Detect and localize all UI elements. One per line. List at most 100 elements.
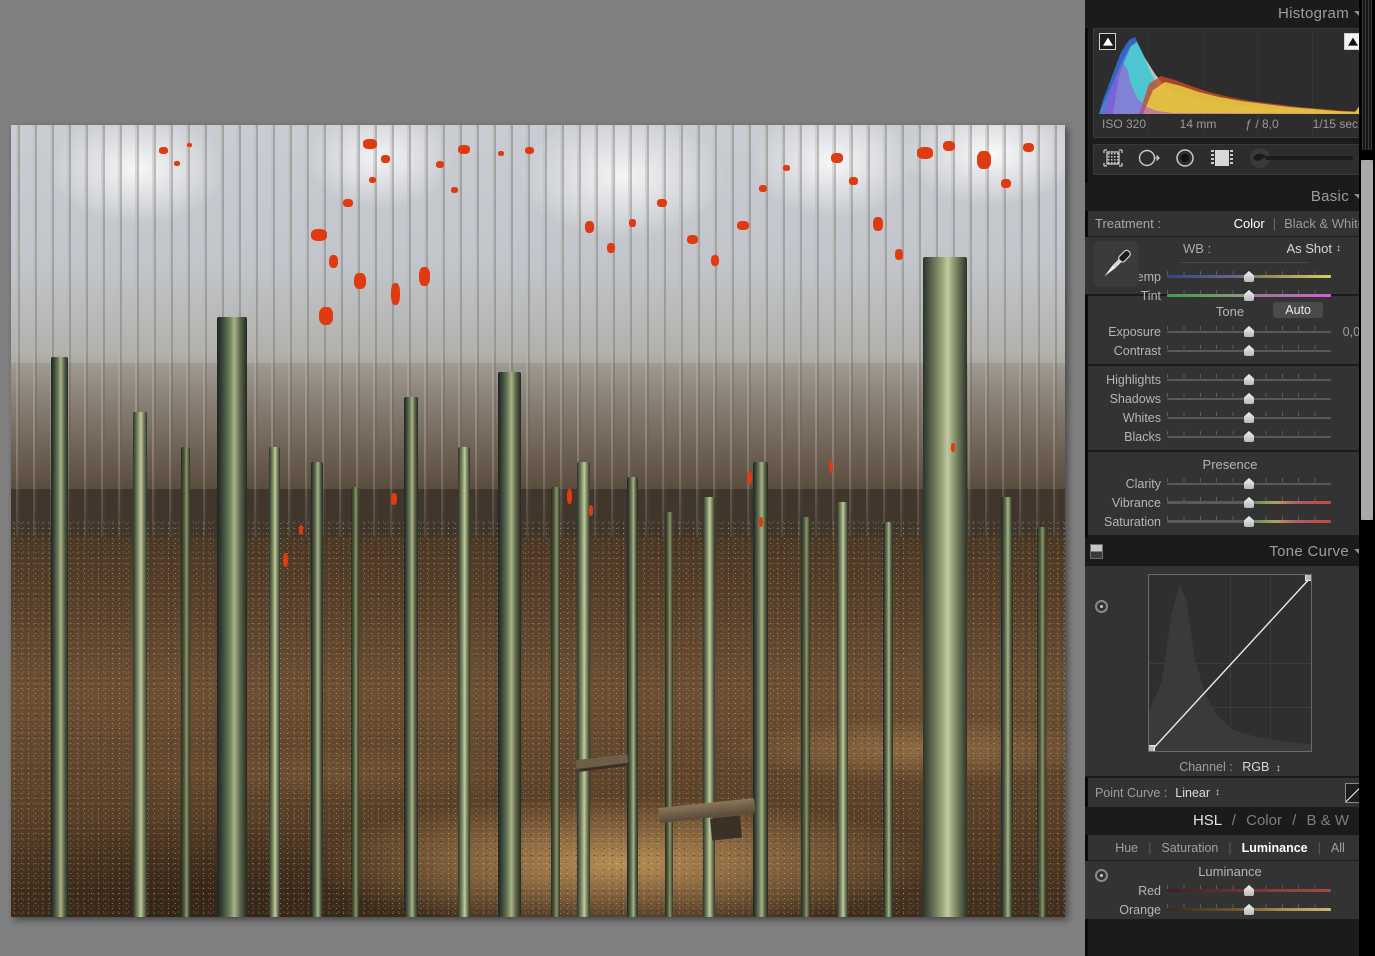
- point-curve-stepper-icon[interactable]: ↕: [1215, 787, 1220, 798]
- point-curve-label: Point Curve :: [1095, 786, 1167, 800]
- iso-value: ISO 320: [1102, 117, 1166, 133]
- tab-luminance[interactable]: Luminance: [1232, 841, 1318, 855]
- highlights-label: Highlights: [1093, 373, 1161, 387]
- basic-panel-header[interactable]: Basic: [1085, 183, 1375, 211]
- hsl-title-color[interactable]: Color: [1246, 812, 1282, 829]
- crop-overlay-icon[interactable]: [1102, 148, 1124, 171]
- wb-underline: [1181, 262, 1309, 263]
- tab-all[interactable]: All: [1321, 841, 1355, 855]
- targeted-adjustment-tool-icon[interactable]: [1095, 600, 1108, 613]
- red-eye-correction-icon[interactable]: [1174, 148, 1196, 171]
- channel-value[interactable]: RGB: [1242, 760, 1269, 774]
- tone-curve-line: [1149, 575, 1312, 752]
- treatment-row: Treatment : Color | Black & White: [1085, 211, 1375, 237]
- tone-curve-point-black[interactable]: [1148, 745, 1155, 752]
- channel-label: Channel :: [1179, 760, 1233, 774]
- panel-resize-grip[interactable]: [1362, 0, 1372, 150]
- hsl-title[interactable]: HSL: [1193, 812, 1222, 829]
- highlights-slider[interactable]: [1167, 373, 1331, 386]
- panel-scrollbar-track[interactable]: [1359, 0, 1375, 956]
- tone-curve-point-white[interactable]: [1305, 574, 1312, 581]
- saturation-label: Saturation: [1093, 515, 1161, 529]
- treatment-label: Treatment :: [1095, 216, 1161, 231]
- presence-title: Presence: [1085, 456, 1375, 474]
- slider-row-blacks: Blacks 0: [1085, 427, 1375, 446]
- contrast-slider[interactable]: [1167, 344, 1331, 357]
- clarity-slider[interactable]: [1167, 477, 1331, 490]
- photo-bench-near-leg: [710, 815, 742, 840]
- histogram-plot: [1099, 34, 1367, 114]
- shadows-label: Shadows: [1093, 392, 1161, 406]
- hsl-separator-1: /: [1232, 812, 1236, 829]
- histogram-panel-header[interactable]: Histogram: [1085, 0, 1375, 28]
- slider-row-highlights: Highlights 0: [1085, 370, 1375, 389]
- red-slider[interactable]: [1167, 884, 1331, 897]
- hsl-panel-header[interactable]: HSL / Color / B & W: [1085, 807, 1375, 835]
- tone-curve-body: Channel : RGB ↕: [1085, 566, 1375, 777]
- focal-length-value: 14 mm: [1166, 117, 1230, 133]
- whites-label: Whites: [1093, 411, 1161, 425]
- hsl-tab-bar: Hue | Saturation | Luminance | All: [1085, 835, 1375, 861]
- treatment-separator: |: [1273, 216, 1276, 231]
- wb-stepper-icon[interactable]: ↕: [1336, 243, 1341, 254]
- panel-scrollbar-thumb[interactable]: [1361, 160, 1373, 520]
- slider-row-saturation: Saturation 0: [1085, 512, 1375, 531]
- tone-section: Tone Auto Exposure 0,00 Contrast 0: [1085, 295, 1375, 365]
- graduated-filter-icon[interactable]: [1209, 148, 1235, 171]
- treatment-option-color[interactable]: Color: [1234, 216, 1265, 231]
- tab-saturation[interactable]: Saturation: [1151, 841, 1228, 855]
- shutter-speed-value: 1/15 sec: [1294, 117, 1358, 133]
- slider-row-exposure: Exposure 0,00: [1085, 322, 1375, 341]
- tone-curve-title: Tone Curve: [1269, 543, 1349, 560]
- channel-stepper-icon[interactable]: ↕: [1276, 763, 1281, 774]
- photo-frame[interactable]: [11, 125, 1065, 917]
- basic-title: Basic: [1311, 188, 1349, 205]
- auto-tone-button[interactable]: Auto: [1273, 302, 1323, 318]
- develop-right-panel: Histogram ISO 320 14 mm ƒ / 8,0 1/15 sec: [1085, 0, 1375, 956]
- wb-label: WB :: [1183, 241, 1211, 256]
- tone-detail-section: Highlights 0 Shadows 0 Whites 0 Blacks 0: [1085, 365, 1375, 451]
- hsl-targeted-adjustment-tool-icon[interactable]: [1095, 869, 1108, 882]
- develop-photo[interactable]: [11, 125, 1065, 917]
- slider-row-contrast: Contrast 0: [1085, 341, 1375, 360]
- tab-hue[interactable]: Hue: [1105, 841, 1148, 855]
- histogram[interactable]: ISO 320 14 mm ƒ / 8,0 1/15 sec: [1093, 28, 1367, 138]
- vibrance-label: Vibrance: [1093, 496, 1161, 510]
- tone-header: Tone Auto: [1085, 300, 1375, 322]
- vibrance-slider[interactable]: [1167, 496, 1331, 509]
- clarity-label: Clarity: [1093, 477, 1161, 491]
- exposure-slider[interactable]: [1167, 325, 1331, 338]
- orange-label: Orange: [1093, 903, 1161, 917]
- slider-row-red: Red 0: [1085, 881, 1375, 900]
- hsl-section-title: Luminance: [1085, 863, 1375, 881]
- hsl-body: Luminance Red 0 Orange 0: [1085, 861, 1375, 919]
- shadow-clipping-toggle[interactable]: [1099, 33, 1116, 50]
- wb-value[interactable]: As Shot: [1286, 241, 1332, 256]
- orange-slider[interactable]: [1167, 903, 1331, 916]
- white-balance-block: WB : As Shot ↕ Temp 0 Tint 0: [1085, 237, 1375, 295]
- tone-title: Tone: [1216, 304, 1244, 319]
- develop-tool-strip: [1093, 144, 1367, 175]
- point-curve-row: Point Curve : Linear ↕: [1085, 777, 1375, 807]
- slider-row-clarity: Clarity 0: [1085, 474, 1375, 493]
- temp-slider[interactable]: [1167, 270, 1331, 283]
- point-curve-value[interactable]: Linear: [1175, 786, 1210, 800]
- tone-curve-graph[interactable]: [1148, 574, 1312, 752]
- slider-row-shadows: Shadows 0: [1085, 389, 1375, 408]
- presence-section: Presence Clarity 0 Vibrance 0 Saturation…: [1085, 451, 1375, 536]
- saturation-slider[interactable]: [1167, 515, 1331, 528]
- white-balance-selector-icon[interactable]: [1093, 241, 1139, 287]
- tone-curve-channel-row: Channel : RGB ↕: [1085, 760, 1375, 774]
- shadows-slider[interactable]: [1167, 392, 1331, 405]
- whites-slider[interactable]: [1167, 411, 1331, 424]
- spot-removal-icon[interactable]: [1137, 148, 1161, 171]
- hsl-title-bw[interactable]: B & W: [1306, 812, 1349, 829]
- slider-row-vibrance: Vibrance 0: [1085, 493, 1375, 512]
- blacks-label: Blacks: [1093, 430, 1161, 444]
- adjustment-brush-icon[interactable]: [1248, 148, 1358, 171]
- blacks-slider[interactable]: [1167, 430, 1331, 443]
- tone-curve-switch-icon[interactable]: [1090, 544, 1103, 559]
- image-canvas-area: [0, 0, 1085, 956]
- treatment-option-black-and-white[interactable]: Black & White: [1284, 216, 1365, 231]
- tone-curve-panel-header[interactable]: Tone Curve: [1085, 538, 1375, 566]
